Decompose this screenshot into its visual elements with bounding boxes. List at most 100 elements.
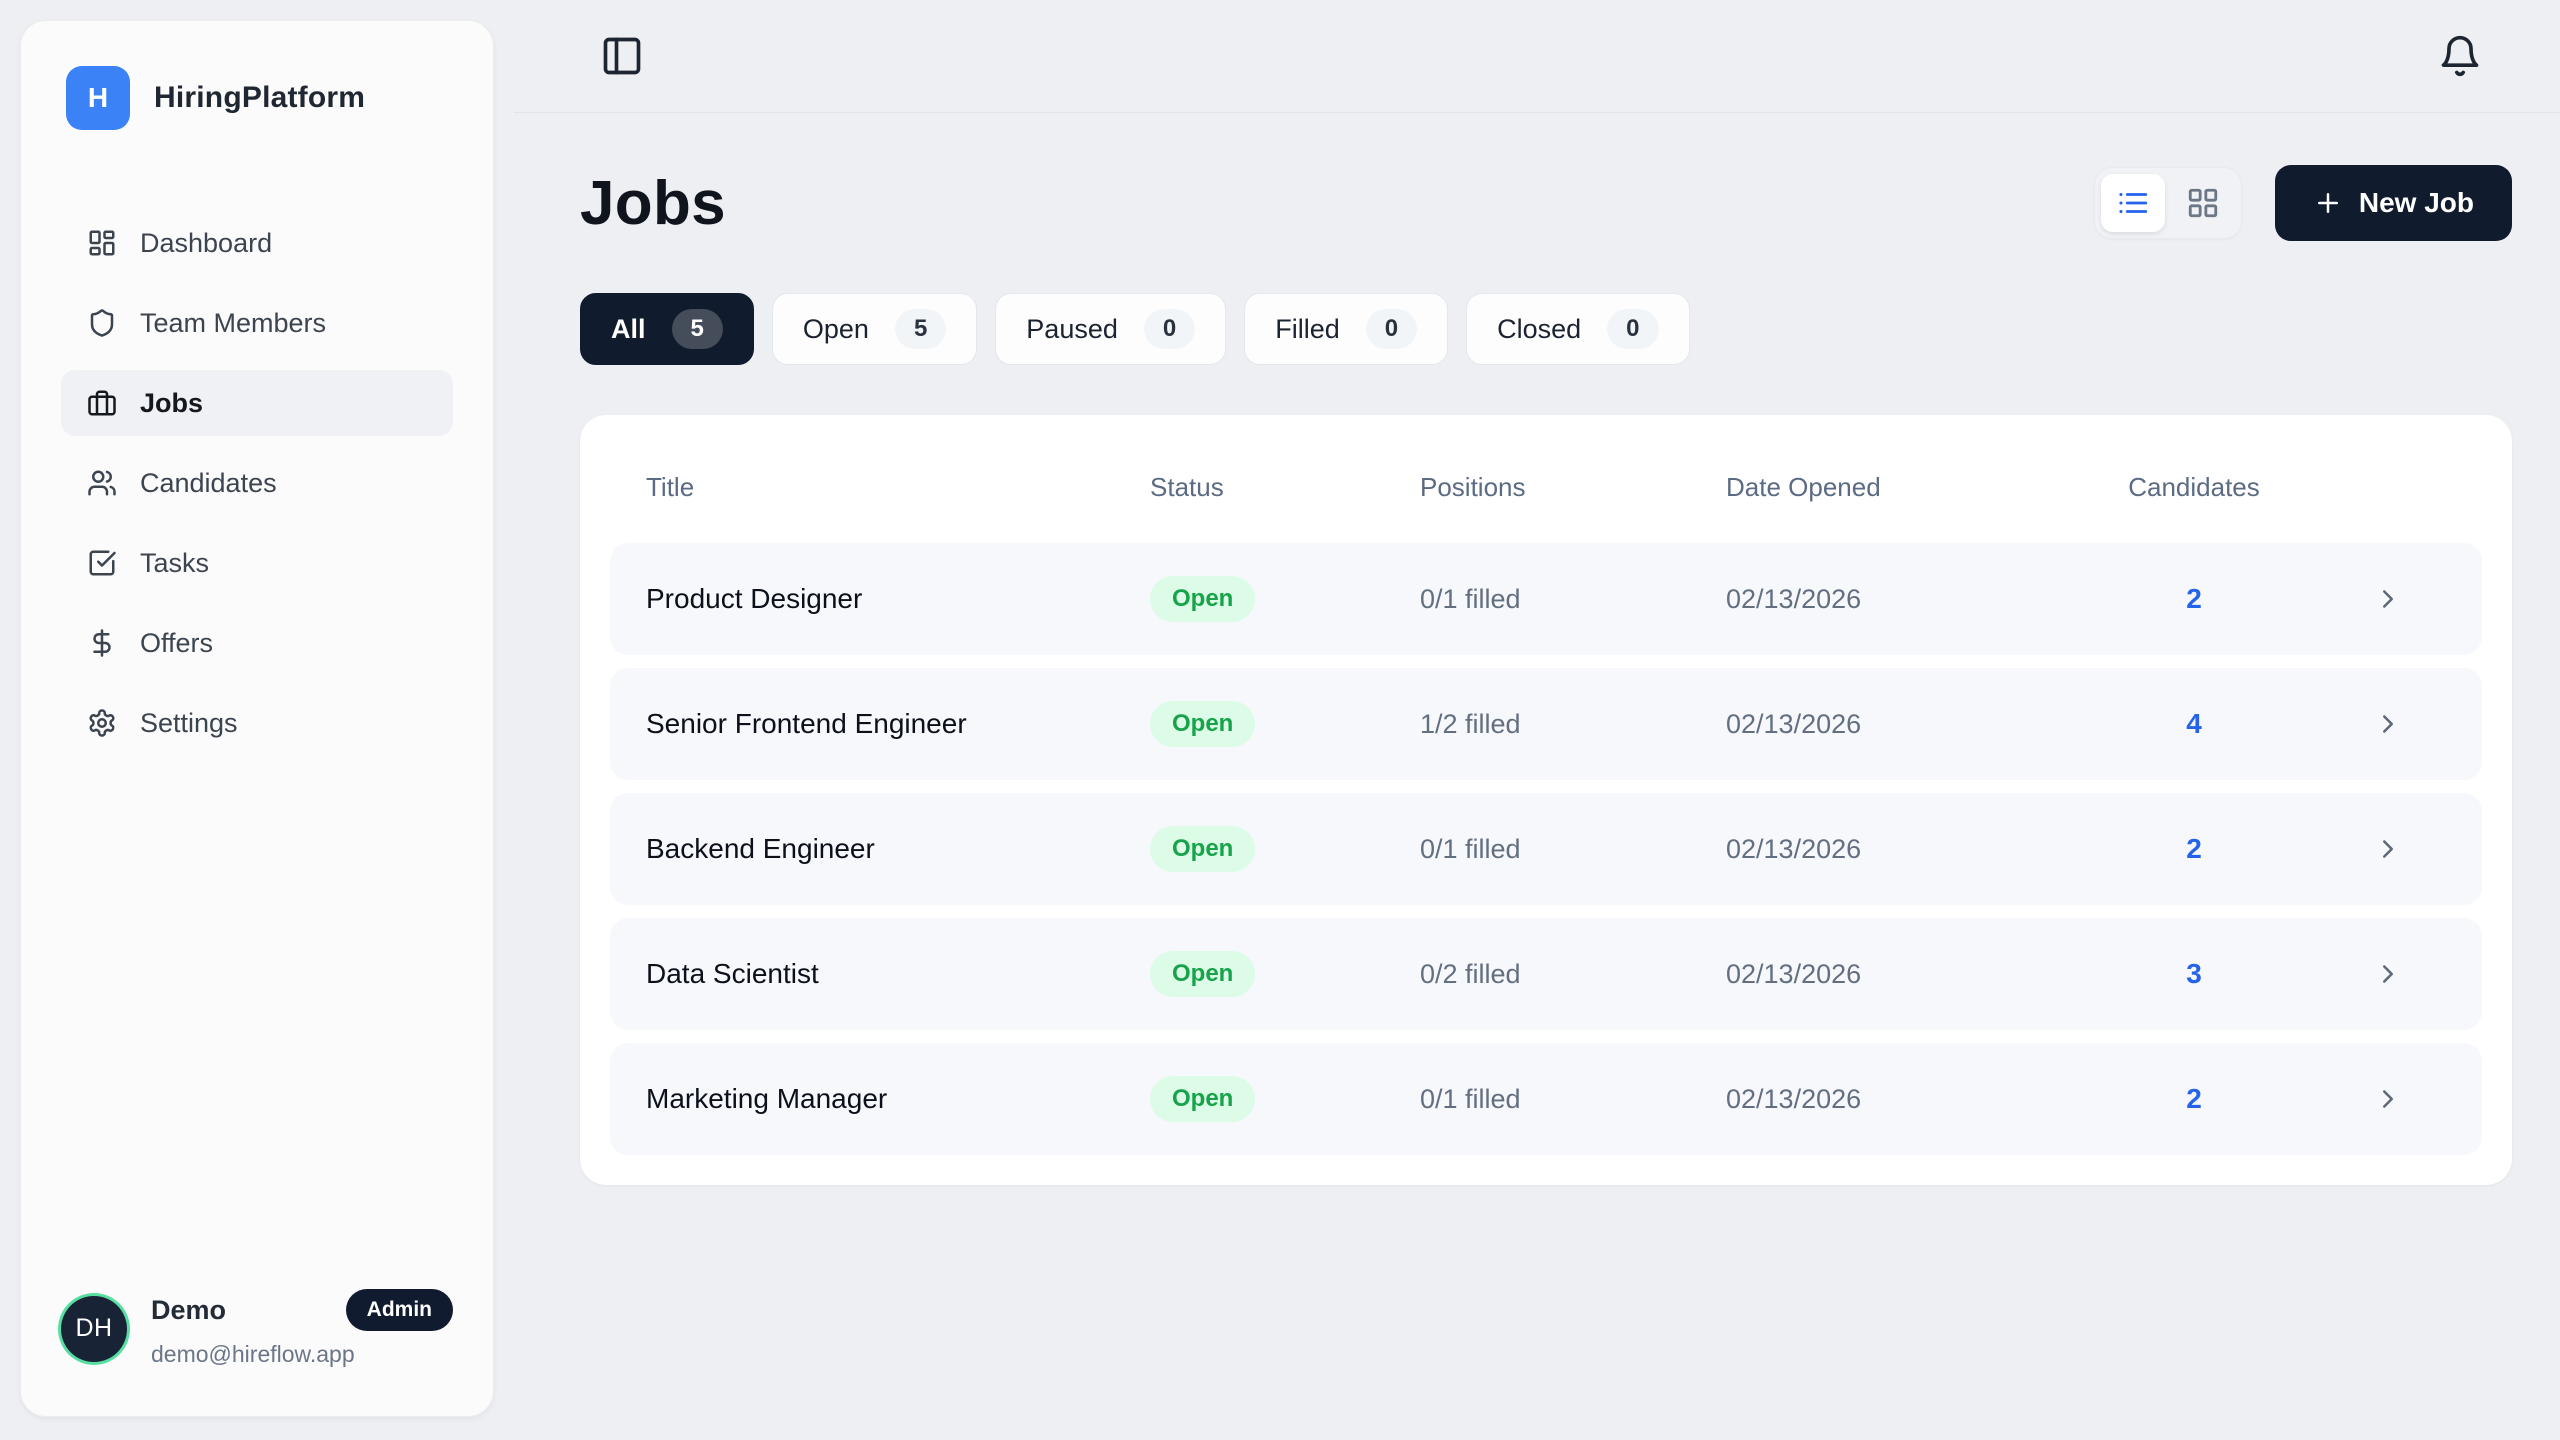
filter-tab-open[interactable]: Open 5 bbox=[772, 293, 977, 365]
date-opened-cell: 02/13/2026 bbox=[1726, 959, 2059, 990]
sidebar-item-dashboard[interactable]: Dashboard bbox=[61, 210, 453, 276]
chevron-right-icon[interactable] bbox=[2329, 584, 2446, 614]
date-opened-cell: 02/13/2026 bbox=[1726, 1084, 2059, 1115]
date-opened-cell: 02/13/2026 bbox=[1726, 834, 2059, 865]
avatar-initials: DH bbox=[75, 1314, 112, 1343]
filter-tab-paused[interactable]: Paused 0 bbox=[995, 293, 1226, 365]
job-title: Product Designer bbox=[646, 583, 1150, 615]
table-row[interactable]: Marketing Manager Open 0/1 filled 02/13/… bbox=[610, 1043, 2482, 1155]
column-header-title: Title bbox=[646, 472, 1150, 503]
check-square-icon bbox=[87, 548, 117, 578]
positions-cell: 1/2 filled bbox=[1420, 709, 1726, 740]
status-badge: Open bbox=[1150, 826, 1255, 872]
candidates-count[interactable]: 3 bbox=[2059, 958, 2329, 990]
grid-view-button[interactable] bbox=[2171, 174, 2235, 232]
brand-logo-letter: H bbox=[88, 82, 108, 114]
users-icon bbox=[87, 468, 117, 498]
jobs-table-card: Title Status Positions Date Opened Candi… bbox=[580, 415, 2512, 1185]
positions-cell: 0/1 filled bbox=[1420, 834, 1726, 865]
sidebar-nav: Dashboard Team Members Jobs Candidates T… bbox=[61, 210, 453, 756]
positions-cell: 0/1 filled bbox=[1420, 1084, 1726, 1115]
date-opened-cell: 02/13/2026 bbox=[1726, 584, 2059, 615]
table-row[interactable]: Senior Frontend Engineer Open 1/2 filled… bbox=[610, 668, 2482, 780]
sidebar-item-label: Team Members bbox=[140, 308, 326, 339]
job-title: Senior Frontend Engineer bbox=[646, 708, 1150, 740]
filter-label: All bbox=[611, 314, 646, 345]
table-header: Title Status Positions Date Opened Candi… bbox=[610, 431, 2482, 543]
sidebar-item-tasks[interactable]: Tasks bbox=[61, 530, 453, 596]
chevron-right-icon[interactable] bbox=[2329, 709, 2446, 739]
chevron-right-icon[interactable] bbox=[2329, 834, 2446, 864]
topbar bbox=[514, 0, 2560, 113]
sidebar-item-offers[interactable]: Offers bbox=[61, 610, 453, 676]
status-badge: Open bbox=[1150, 1076, 1255, 1122]
filter-count: 5 bbox=[895, 309, 946, 349]
table-row[interactable]: Data Scientist Open 0/2 filled 02/13/202… bbox=[610, 918, 2482, 1030]
job-title: Data Scientist bbox=[646, 958, 1150, 990]
brand: H HiringPlatform bbox=[61, 66, 453, 130]
filter-count: 5 bbox=[672, 309, 723, 349]
page-title: Jobs bbox=[580, 168, 726, 239]
brand-logo: H bbox=[66, 66, 130, 130]
notifications-button[interactable] bbox=[2432, 28, 2488, 84]
plus-icon bbox=[2313, 188, 2343, 218]
sidebar-item-candidates[interactable]: Candidates bbox=[61, 450, 453, 516]
new-job-label: New Job bbox=[2359, 187, 2474, 219]
date-opened-cell: 02/13/2026 bbox=[1726, 709, 2059, 740]
table-row[interactable]: Backend Engineer Open 0/1 filled 02/13/2… bbox=[610, 793, 2482, 905]
dollar-icon bbox=[87, 628, 117, 658]
user-section: DH Demo Admin demo@hireflow.app bbox=[61, 1289, 453, 1376]
candidates-count[interactable]: 2 bbox=[2059, 1083, 2329, 1115]
sidebar-item-label: Candidates bbox=[140, 468, 277, 499]
sidebar-toggle-button[interactable] bbox=[594, 28, 650, 84]
chevron-right-icon[interactable] bbox=[2329, 959, 2446, 989]
avatar: DH bbox=[61, 1296, 127, 1362]
sidebar-item-jobs[interactable]: Jobs bbox=[61, 370, 453, 436]
user-meta: Demo Admin demo@hireflow.app bbox=[151, 1289, 453, 1368]
user-email: demo@hireflow.app bbox=[151, 1341, 453, 1368]
sidebar-item-label: Settings bbox=[140, 708, 238, 739]
positions-cell: 0/2 filled bbox=[1420, 959, 1726, 990]
filter-label: Closed bbox=[1497, 314, 1581, 345]
user-role-badge: Admin bbox=[346, 1289, 453, 1331]
sidebar-item-team-members[interactable]: Team Members bbox=[61, 290, 453, 356]
grid-icon bbox=[2186, 186, 2220, 220]
sidebar-item-label: Jobs bbox=[140, 388, 203, 419]
gear-icon bbox=[87, 708, 117, 738]
column-header-positions: Positions bbox=[1420, 472, 1726, 503]
sidebar-item-label: Dashboard bbox=[140, 228, 272, 259]
list-view-button[interactable] bbox=[2101, 174, 2165, 232]
status-badge: Open bbox=[1150, 951, 1255, 997]
filter-tab-filled[interactable]: Filled 0 bbox=[1244, 293, 1448, 365]
filter-count: 0 bbox=[1607, 309, 1658, 349]
dashboard-icon bbox=[87, 228, 117, 258]
content: Jobs bbox=[514, 113, 2560, 1440]
list-icon bbox=[2116, 186, 2150, 220]
chevron-right-icon[interactable] bbox=[2329, 1084, 2446, 1114]
filter-label: Filled bbox=[1275, 314, 1340, 345]
filter-label: Paused bbox=[1026, 314, 1118, 345]
panel-left-icon bbox=[600, 34, 644, 78]
filter-count: 0 bbox=[1144, 309, 1195, 349]
sidebar-item-label: Tasks bbox=[140, 548, 209, 579]
table-row[interactable]: Product Designer Open 0/1 filled 02/13/2… bbox=[610, 543, 2482, 655]
filter-count: 0 bbox=[1366, 309, 1417, 349]
filter-tab-closed[interactable]: Closed 0 bbox=[1466, 293, 1689, 365]
job-title: Marketing Manager bbox=[646, 1083, 1150, 1115]
candidates-count[interactable]: 2 bbox=[2059, 583, 2329, 615]
column-header-candidates: Candidates bbox=[2059, 472, 2329, 503]
main-area: Jobs bbox=[514, 0, 2560, 1440]
filter-tab-all[interactable]: All 5 bbox=[580, 293, 754, 365]
new-job-button[interactable]: New Job bbox=[2275, 165, 2512, 241]
view-toggle bbox=[2094, 167, 2242, 239]
status-badge: Open bbox=[1150, 576, 1255, 622]
sidebar-item-settings[interactable]: Settings bbox=[61, 690, 453, 756]
bell-icon bbox=[2438, 34, 2482, 78]
candidates-count[interactable]: 2 bbox=[2059, 833, 2329, 865]
job-title: Backend Engineer bbox=[646, 833, 1150, 865]
user-name: Demo bbox=[151, 1295, 226, 1326]
candidates-count[interactable]: 4 bbox=[2059, 708, 2329, 740]
positions-cell: 0/1 filled bbox=[1420, 584, 1726, 615]
brand-name: HiringPlatform bbox=[154, 81, 365, 115]
shield-icon bbox=[87, 308, 117, 338]
